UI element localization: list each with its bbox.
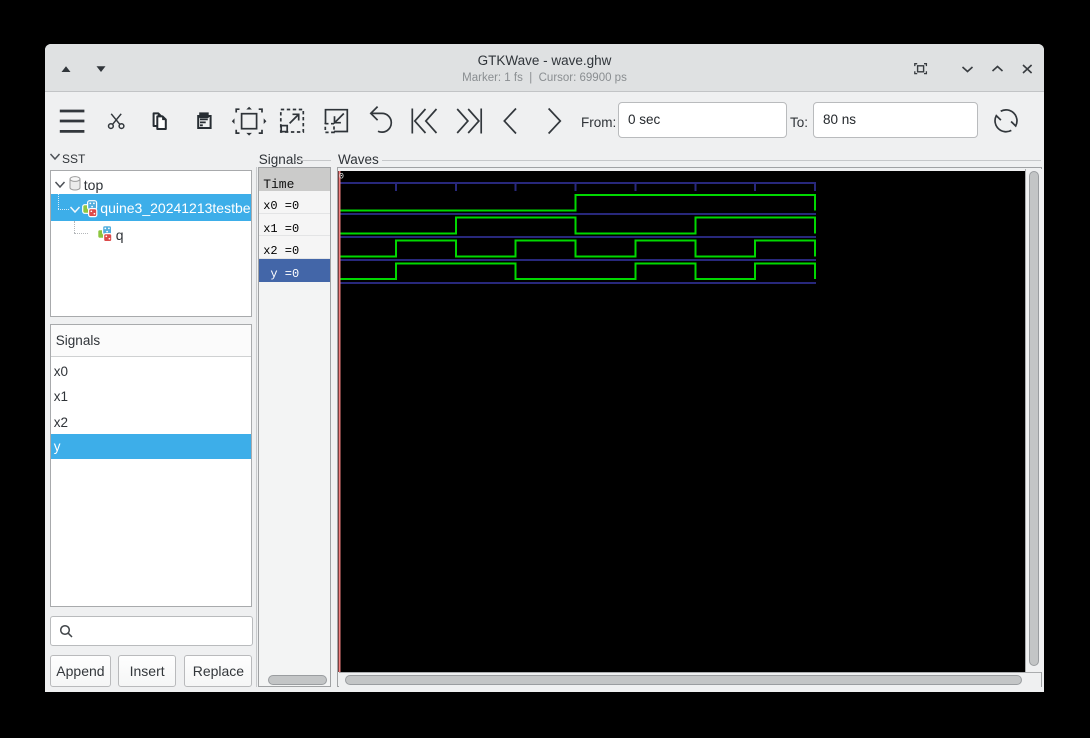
svg-text:0: 0 [338, 171, 343, 181]
